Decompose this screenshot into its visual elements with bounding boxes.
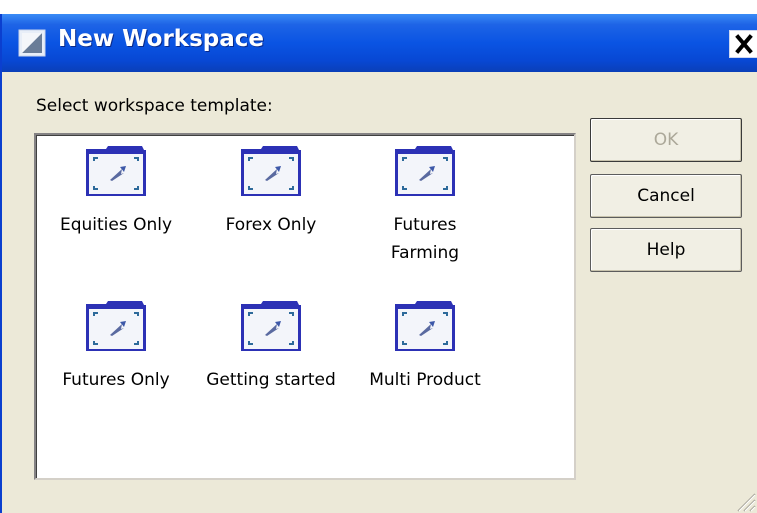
- template-list[interactable]: Equities Only Forex Only Futures Farming…: [34, 133, 576, 480]
- close-icon: [735, 34, 753, 54]
- template-item-multi-product[interactable]: Multi Product: [345, 300, 505, 430]
- template-item-futures-only[interactable]: Futures Only: [36, 300, 196, 430]
- template-label: Forex Only: [225, 215, 317, 235]
- template-label-line2: Farming: [390, 243, 460, 263]
- template-item-getting-started[interactable]: Getting started: [191, 300, 351, 430]
- folder-chart-icon: [86, 301, 146, 351]
- folder-chart-icon: [86, 146, 146, 196]
- template-item-futures-farming[interactable]: Futures Farming: [345, 145, 505, 275]
- template-label: Getting started: [206, 370, 336, 390]
- folder-chart-icon: [395, 301, 455, 351]
- template-label-line1: Futures: [393, 215, 457, 235]
- close-button[interactable]: [729, 30, 757, 58]
- new-workspace-dialog: New Workspace Select workspace template:…: [0, 14, 757, 513]
- template-item-equities-only[interactable]: Equities Only: [36, 145, 196, 275]
- template-prompt-label: Select workspace template:: [36, 96, 273, 116]
- window-title: New Workspace: [58, 26, 265, 52]
- help-button[interactable]: Help: [590, 228, 742, 272]
- cancel-button[interactable]: Cancel: [590, 174, 742, 218]
- folder-chart-icon: [395, 146, 455, 196]
- template-label: Multi Product: [369, 370, 481, 390]
- title-bar[interactable]: New Workspace: [2, 14, 757, 72]
- resize-grip-icon[interactable]: [734, 490, 756, 512]
- ok-button[interactable]: OK: [590, 118, 742, 162]
- template-item-forex-only[interactable]: Forex Only: [191, 145, 351, 275]
- app-icon: [18, 29, 46, 57]
- folder-chart-icon: [241, 146, 301, 196]
- template-label: Futures Farming: [345, 211, 505, 267]
- template-label: Futures Only: [62, 370, 170, 390]
- template-label: Equities Only: [59, 215, 173, 235]
- folder-chart-icon: [241, 301, 301, 351]
